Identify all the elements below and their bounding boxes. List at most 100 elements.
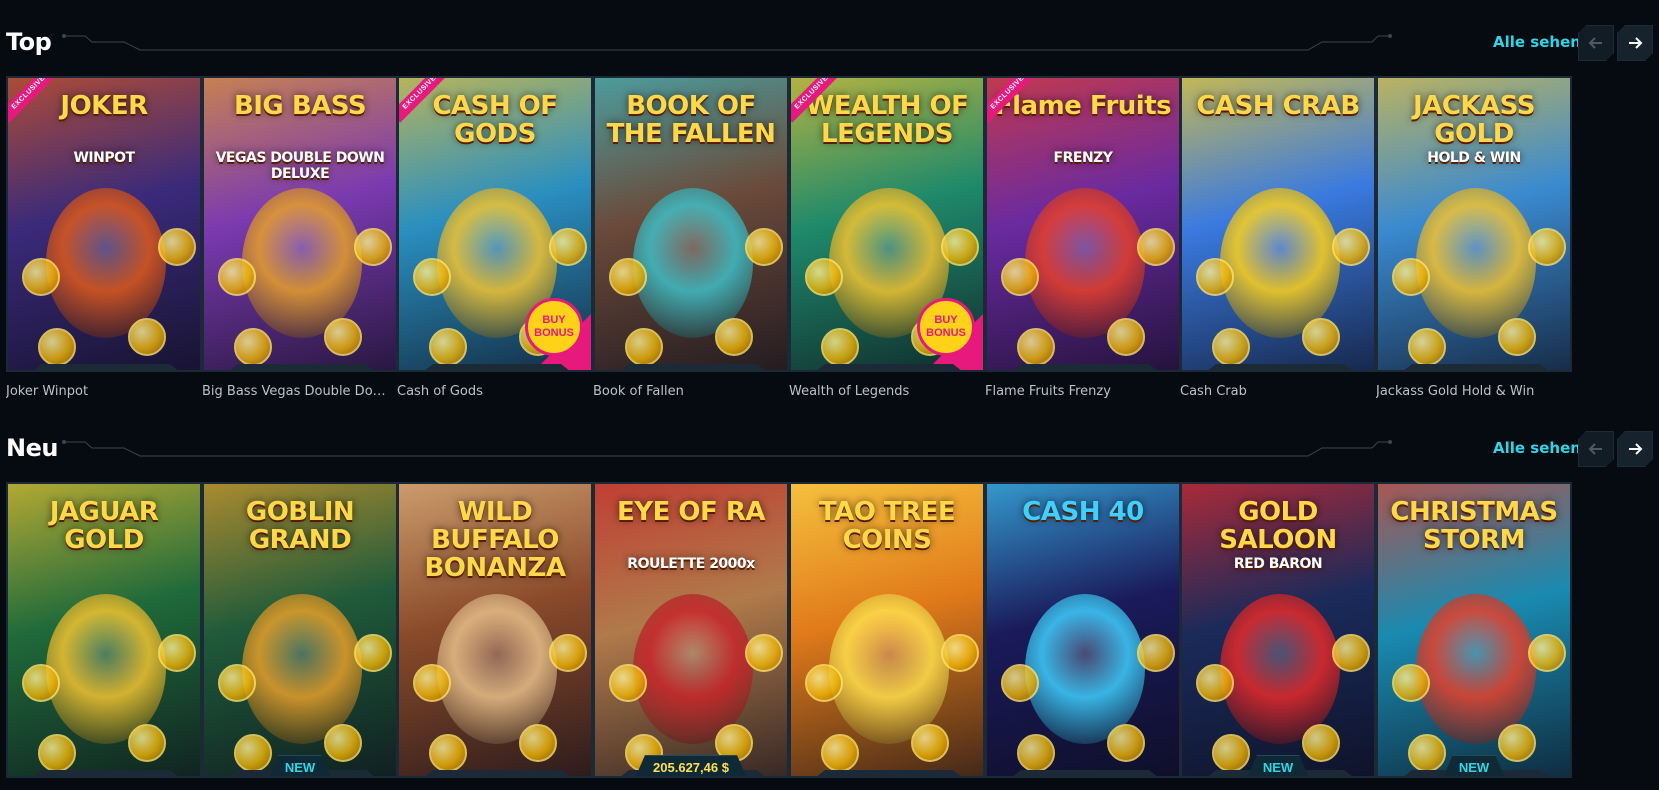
character-illustration — [1025, 594, 1145, 744]
buy-bonus-badge: BUY BONUS — [525, 298, 583, 356]
game-name[interactable]: Jackass Gold Hold & Win — [1376, 384, 1568, 399]
game-name[interactable]: Flame Fruits Frenzy — [985, 384, 1177, 399]
game-name[interactable]: Joker Winpot — [6, 384, 198, 399]
character-illustration — [829, 594, 949, 744]
game-thumbnail[interactable]: Flame Fruits FRENZY EXCLUSIVE — [985, 76, 1181, 372]
game-thumbnail[interactable]: JOKER WINPOT EXCLUSIVE — [6, 76, 202, 372]
game-card[interactable]: JOKER WINPOT EXCLUSIVE Joker Winpot — [6, 76, 202, 399]
game-card[interactable]: CASH OF GODS EXCLUSIVE BUY BONUS Cash of Go… — [397, 76, 593, 399]
game-thumbnail[interactable]: WEALTH OF LEGENDS EXCLUSIVE BUY BONUS — [789, 76, 985, 372]
arrow-right-icon — [1626, 440, 1644, 458]
game-logo-title: TAO TREE COINS — [818, 497, 956, 555]
card-bottom-tab — [32, 364, 180, 372]
game-card[interactable]: Flame Fruits FRENZY EXCLUSIVE Flame Fruits … — [985, 76, 1181, 399]
coin-graphic — [805, 664, 843, 702]
card-bottom-tab — [423, 364, 571, 372]
game-card[interactable]: BOOK OF THE FALLEN Book of Fallen — [593, 76, 789, 399]
coin-graphic — [745, 228, 783, 266]
game-thumbnail[interactable]: BIG BASS VEGAS DOUBLE DOWN DELUXE — [202, 76, 398, 372]
game-card[interactable]: GOLD SALOON RED BARON NEW — [1180, 482, 1376, 778]
arrow-left-icon — [1587, 440, 1605, 458]
game-thumbnail[interactable]: TAO TREE COINS — [789, 482, 985, 778]
game-card[interactable]: JAGUAR GOLD — [6, 482, 202, 778]
coin-graphic — [549, 228, 587, 266]
coin-graphic — [1137, 228, 1175, 266]
game-thumbnail[interactable]: EYE OF RA ROULETTE 2000x 205.627,46 $ — [593, 482, 789, 778]
game-thumbnail[interactable]: CHRISTMAS STORM NEW — [1376, 482, 1572, 778]
coin-graphic — [941, 634, 979, 672]
coin-graphic — [715, 318, 753, 356]
card-bottom-tab — [1011, 770, 1159, 778]
game-card[interactable]: CASH CRAB Cash Crab — [1180, 76, 1376, 399]
see-all-link[interactable]: Alle sehen — [1493, 33, 1581, 51]
game-artwork: CASH CRAB — [1182, 78, 1374, 370]
game-name[interactable]: Wealth of Legends — [789, 384, 981, 399]
game-artwork: WILD BUFFALO BONANZA — [399, 484, 591, 776]
card-bottom-tab — [1402, 364, 1550, 372]
game-thumbnail[interactable]: BOOK OF THE FALLEN — [593, 76, 789, 372]
coin-graphic — [1107, 318, 1145, 356]
game-card[interactable]: CHRISTMAS STORM NEW — [1376, 482, 1572, 778]
coin-graphic — [821, 328, 859, 366]
carousel-next-button[interactable] — [1617, 431, 1653, 467]
game-artwork: GOBLIN GRAND — [204, 484, 396, 776]
game-card[interactable]: TAO TREE COINS — [789, 482, 985, 778]
game-name[interactable]: Cash Crab — [1180, 384, 1372, 399]
game-card[interactable]: CASH 40 — [985, 482, 1181, 778]
game-card[interactable]: JACKASS GOLD HOLD & WIN Jackass Gold Hold … — [1376, 76, 1572, 399]
game-logo-title: JACKASS GOLD — [1413, 91, 1535, 149]
card-bottom-tab — [1206, 364, 1354, 372]
carousel-prev-button[interactable] — [1578, 25, 1614, 61]
coin-graphic — [1212, 734, 1250, 772]
game-card[interactable]: GOBLIN GRAND NEW — [202, 482, 398, 778]
see-all-link[interactable]: Alle sehen — [1493, 439, 1581, 457]
character-illustration — [46, 188, 166, 338]
coin-graphic — [22, 258, 60, 296]
game-thumbnail[interactable]: CASH OF GODS EXCLUSIVE BUY BONUS — [397, 76, 593, 372]
card-bottom-tab — [228, 364, 376, 372]
coin-graphic — [1196, 664, 1234, 702]
coin-graphic — [1498, 318, 1536, 356]
game-artwork: Flame Fruits FRENZY — [987, 78, 1179, 370]
game-thumbnail[interactable]: JACKASS GOLD HOLD & WIN — [1376, 76, 1572, 372]
game-logo-title: WILD BUFFALO BONANZA — [424, 497, 566, 583]
coin-graphic — [1001, 664, 1039, 702]
game-carousel: JOKER WINPOT EXCLUSIVE Joker Winpot BIG BASS… — [6, 76, 1659, 399]
character-illustration — [1416, 188, 1536, 338]
coin-graphic — [1392, 258, 1430, 296]
game-thumbnail[interactable]: GOBLIN GRAND NEW — [202, 482, 398, 778]
game-logo-title: Flame Fruits — [994, 91, 1172, 121]
game-card[interactable]: WEALTH OF LEGENDS EXCLUSIVE BUY BONUS Wealt… — [789, 76, 985, 399]
carousel-prev-button[interactable] — [1578, 431, 1614, 467]
game-thumbnail[interactable]: WILD BUFFALO BONANZA — [397, 482, 593, 778]
game-card[interactable]: BIG BASS VEGAS DOUBLE DOWN DELUXE Big Bass… — [202, 76, 398, 399]
card-bottom-tab — [815, 364, 963, 372]
game-card[interactable]: EYE OF RA ROULETTE 2000x 205.627,46 $ — [593, 482, 789, 778]
game-carousel: JAGUAR GOLD GOBLIN GRAND NEW WILD BUFFALO B… — [6, 482, 1659, 782]
game-artwork: JACKASS GOLD HOLD & WIN — [1378, 78, 1570, 370]
coin-graphic — [1212, 328, 1250, 366]
game-name[interactable]: Book of Fallen — [593, 384, 785, 399]
game-thumbnail[interactable]: JAGUAR GOLD — [6, 482, 202, 778]
game-logo-title: JOKER — [60, 91, 148, 121]
character-illustration — [1220, 594, 1340, 744]
game-name[interactable]: Cash of Gods — [397, 384, 589, 399]
coin-graphic — [218, 258, 256, 296]
coin-graphic — [805, 258, 843, 296]
game-logo-subtitle: FRENZY — [1053, 150, 1113, 166]
new-badge: NEW — [1247, 755, 1309, 778]
game-thumbnail[interactable]: CASH CRAB — [1180, 76, 1376, 372]
game-card[interactable]: WILD BUFFALO BONANZA — [397, 482, 593, 778]
coin-graphic — [128, 724, 166, 762]
buy-bonus-badge: BUY BONUS — [917, 298, 975, 356]
character-illustration — [1416, 594, 1536, 744]
coin-graphic — [1332, 228, 1370, 266]
card-bottom-tab — [619, 364, 767, 372]
game-thumbnail[interactable]: GOLD SALOON RED BARON NEW — [1180, 482, 1376, 778]
carousel-next-button[interactable] — [1617, 25, 1653, 61]
coin-graphic — [745, 634, 783, 672]
game-thumbnail[interactable]: CASH 40 — [985, 482, 1181, 778]
game-name[interactable]: Big Bass Vegas Double Down Del... — [202, 384, 394, 399]
game-logo-title: JAGUAR GOLD — [49, 497, 159, 555]
card-bottom-tab — [423, 770, 571, 778]
